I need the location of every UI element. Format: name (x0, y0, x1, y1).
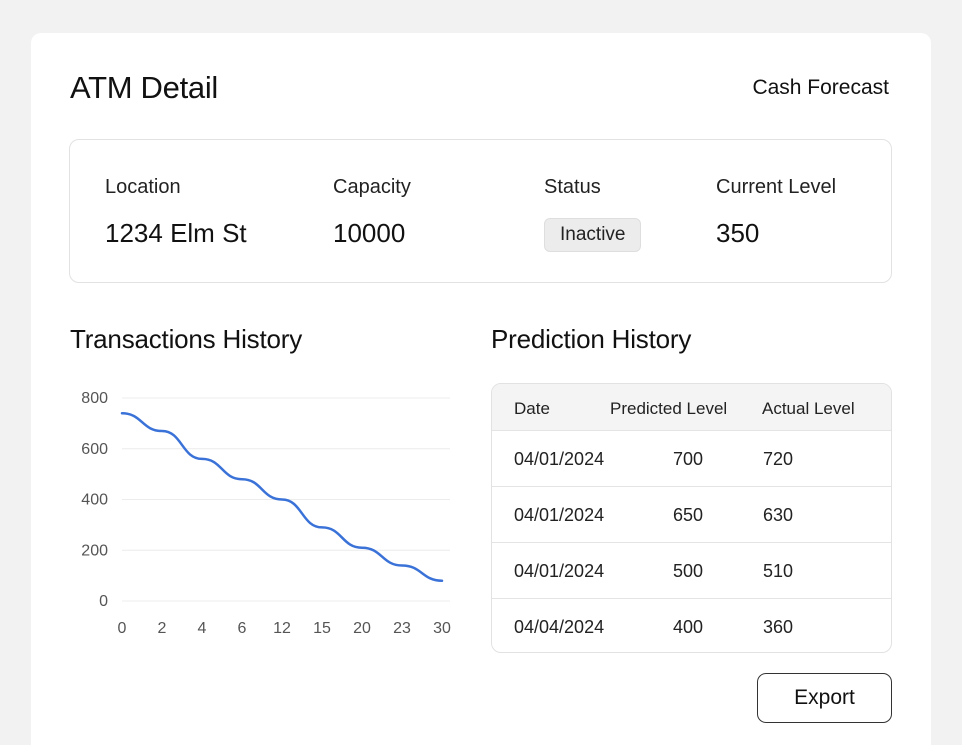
cell-date: 04/01/2024 (514, 449, 605, 469)
location-label: Location (105, 176, 181, 198)
status-badge: Inactive (544, 218, 642, 252)
y-tick-label: 800 (81, 390, 108, 407)
export-button[interactable]: Export (757, 673, 892, 723)
cell-predicted: 650 (673, 505, 704, 525)
x-tick-label: 12 (273, 620, 291, 637)
cell-actual: 510 (763, 561, 794, 581)
cell-date: 04/04/2024 (514, 617, 605, 637)
x-tick-label: 2 (158, 620, 167, 637)
cell-predicted: 700 (673, 449, 704, 469)
x-tick-label: 23 (393, 620, 411, 637)
x-tick-label: 20 (353, 620, 371, 637)
y-tick-label: 0 (99, 593, 108, 610)
atm-info-panel: Location 1234 Elm St Capacity 10000 Stat… (69, 139, 892, 283)
prediction-history-title: Prediction History (491, 324, 692, 354)
page-title: ATM Detail (70, 70, 219, 105)
table-row: 04/04/2024 400 360 (492, 598, 891, 652)
table-row: 04/01/2024 500 510 (492, 542, 891, 598)
series-line (120, 411, 444, 582)
current-level-value: 350 (716, 218, 760, 248)
cash-forecast-link[interactable]: Cash Forecast (752, 76, 889, 100)
cell-actual: 360 (763, 617, 794, 637)
table-row: 04/01/2024 700 720 (492, 430, 891, 486)
cell-date: 04/01/2024 (514, 505, 605, 525)
x-tick-label: 15 (313, 620, 331, 637)
column-header-actual-level: Actual Level (762, 399, 855, 418)
cell-actual: 720 (763, 449, 794, 469)
current-level-label: Current Level (716, 176, 837, 198)
column-header-date: Date (514, 399, 550, 418)
y-tick-label: 200 (81, 542, 108, 559)
cell-predicted: 400 (673, 617, 704, 637)
x-tick-label: 0 (118, 620, 127, 637)
location-value: 1234 Elm St (105, 218, 247, 248)
capacity-label: Capacity (333, 176, 411, 198)
prediction-table: Date Predicted Level Actual Level 04/01/… (491, 383, 892, 653)
y-tick-label: 400 (81, 492, 108, 509)
cell-predicted: 500 (673, 561, 704, 581)
capacity-value: 10000 (333, 218, 406, 248)
y-tick-label: 600 (81, 441, 108, 458)
x-tick-label: 6 (238, 620, 247, 637)
transactions-chart: 800 600 400 200 00 2 4 6 12 15 20 23 30 (81, 390, 451, 637)
cell-date: 04/01/2024 (514, 561, 605, 581)
table-header: Date Predicted Level Actual Level (492, 384, 891, 430)
cell-actual: 630 (763, 505, 794, 525)
x-tick-label: 30 (433, 620, 451, 637)
status-label: Status (544, 176, 601, 198)
table-row: 04/01/2024 650 630 (492, 486, 891, 542)
column-header-predicted-level: Predicted Level (610, 399, 728, 418)
x-tick-label: 4 (198, 620, 207, 637)
transactions-history-title: Transactions History (70, 324, 302, 354)
